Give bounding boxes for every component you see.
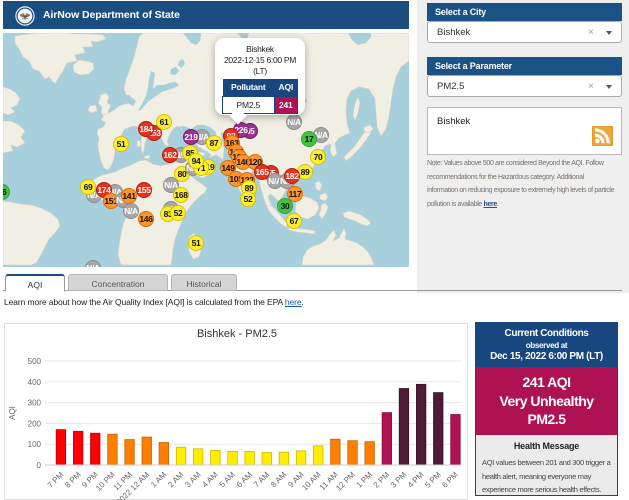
svg-text:AQI: AQI [8,406,17,420]
svg-text:8 AM: 8 AM [269,470,288,489]
svg-text:200: 200 [28,419,42,428]
svg-text:0: 0 [37,461,42,470]
svg-text:100: 100 [28,440,42,449]
svg-text:10 AM: 10 AM [300,470,323,493]
svg-text:2 AM: 2 AM [166,470,185,489]
svg-text:400: 400 [28,378,42,387]
svg-text:4 AM: 4 AM [200,470,219,489]
svg-text:12 PM: 12 PM [334,470,357,493]
svg-text:7 PM: 7 PM [46,470,66,490]
svg-text:6 PM: 6 PM [440,470,460,490]
svg-text:3 AM: 3 AM [183,470,202,489]
svg-text:6 AM: 6 AM [235,470,254,489]
svg-text:500: 500 [28,357,42,366]
svg-text:1 AM: 1 AM [149,470,168,489]
svg-text:10 PM: 10 PM [94,470,117,493]
svg-text:300: 300 [28,399,42,408]
svg-text:2 PM: 2 PM [372,470,392,490]
svg-text:7 AM: 7 AM [252,470,271,489]
svg-text:Bishkek - PM2.5: Bishkek - PM2.5 [197,328,277,340]
svg-text:8 PM: 8 PM [63,470,83,490]
svg-text:3 PM: 3 PM [389,470,409,490]
svg-text:5 PM: 5 PM [423,470,443,490]
svg-text:4 PM: 4 PM [406,470,426,490]
svg-text:1 PM: 1 PM [355,470,375,490]
svg-text:5 AM: 5 AM [218,470,237,489]
